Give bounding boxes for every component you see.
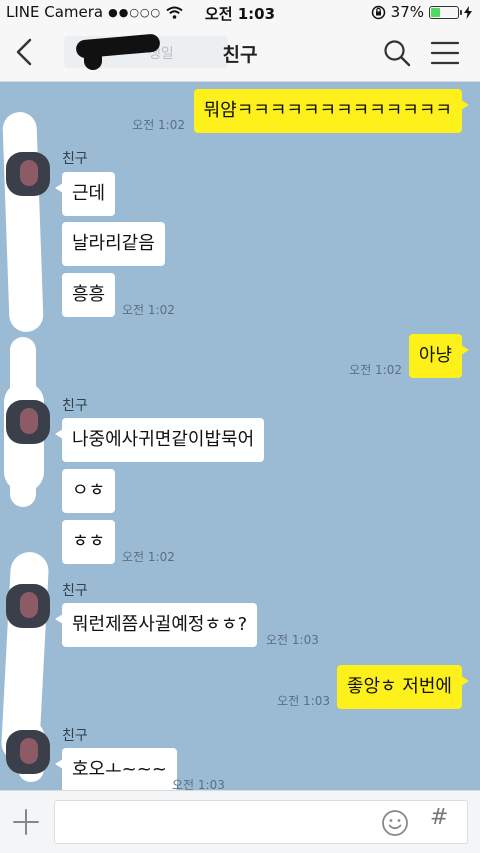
message-time: 오전 1:02 bbox=[122, 303, 175, 317]
sender-name: 친구 bbox=[62, 398, 88, 414]
hash-icon[interactable]: # bbox=[430, 805, 448, 830]
battery-percent: 37% bbox=[390, 3, 424, 21]
chat-header: 생일 친구 bbox=[0, 24, 480, 82]
sender-name: 친구 bbox=[62, 728, 88, 744]
sender-name: 친구 bbox=[62, 583, 88, 599]
message-time: 오전 1:03 bbox=[172, 778, 225, 790]
my-message-bubble[interactable]: 뭐얌ㅋㅋㅋㅋㅋㅋㅋㅋㅋㅋㅋㅋㅋ bbox=[193, 89, 470, 133]
message-time: 오전 1:03 bbox=[266, 633, 319, 647]
avatar[interactable] bbox=[6, 400, 50, 444]
my-message-bubble[interactable]: 좋앙ㅎ 저번에 bbox=[336, 665, 470, 709]
message-time: 오전 1:03 bbox=[277, 694, 330, 708]
hamburger-menu-icon[interactable] bbox=[430, 40, 460, 66]
their-message-bubble[interactable]: 흥흥 bbox=[62, 273, 116, 317]
message-input-bar: # bbox=[0, 790, 480, 853]
status-bar: LINE Camera ●●○○○ 오전 1:03 37% bbox=[0, 0, 480, 24]
sender-name: 친구 bbox=[62, 151, 88, 167]
their-message-bubble[interactable]: 날라리같음 bbox=[62, 222, 165, 266]
chat-area[interactable]: 오전 1:02 뭐얌ㅋㅋㅋㅋㅋㅋㅋㅋㅋㅋㅋㅋㅋ 친구 근데 날라리같음 흥흥 오… bbox=[0, 82, 480, 790]
their-message-bubble[interactable]: 호오ㅗ~~~ bbox=[55, 748, 177, 790]
my-message-bubble[interactable]: 아냥 bbox=[408, 334, 470, 378]
bolt-icon bbox=[464, 5, 472, 19]
their-message-bubble[interactable]: ㅎㅎ bbox=[62, 520, 116, 564]
message-time: 오전 1:02 bbox=[122, 550, 175, 564]
rotation-lock-icon bbox=[371, 5, 385, 19]
plus-icon[interactable] bbox=[10, 806, 42, 838]
message-time: 오전 1:02 bbox=[132, 118, 185, 132]
redaction-scribble bbox=[2, 111, 44, 333]
search-icon[interactable] bbox=[382, 38, 412, 68]
avatar[interactable] bbox=[6, 730, 50, 774]
their-message-bubble[interactable]: 뭐런제쯤사귈예정ㅎㅎ? bbox=[54, 603, 258, 647]
avatar[interactable] bbox=[6, 152, 50, 196]
avatar[interactable] bbox=[6, 584, 50, 628]
their-message-bubble[interactable]: 근데 bbox=[54, 172, 116, 216]
their-message-bubble[interactable]: 나중에사귀면같이밥묵어 bbox=[54, 418, 265, 462]
emoji-icon[interactable] bbox=[381, 809, 409, 837]
battery-icon bbox=[429, 5, 462, 19]
their-message-bubble[interactable]: ㅇㅎ bbox=[62, 469, 116, 513]
message-time: 오전 1:02 bbox=[349, 363, 402, 377]
